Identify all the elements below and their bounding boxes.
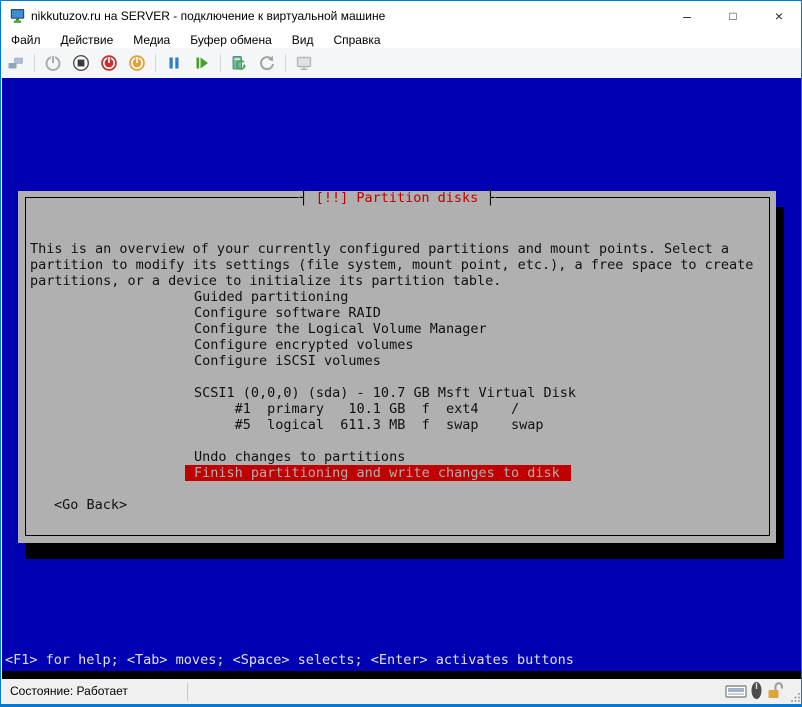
box-tee-left: ┤ [299,190,315,206]
revert-icon[interactable] [254,50,280,76]
menu-item-lvm[interactable]: Configure the Logical Volume Manager [194,321,487,337]
disk-device-row[interactable]: SCSI1 (0,0,0) (sda) - 10.7 GB Msft Virtu… [194,385,576,401]
menu-action[interactable]: Действие [51,32,124,48]
reset-icon[interactable] [189,50,215,76]
vm-state-label: Состояние: Работает [10,684,128,698]
statusbar-divider [187,682,188,701]
ctrl-alt-del-icon[interactable] [3,50,29,76]
menu-media[interactable]: Медиа [123,32,180,48]
vmconnect-app-icon [10,8,26,24]
mouse-status-icon [750,681,763,700]
keyboard-status-icon [725,682,747,700]
pause-icon[interactable] [161,50,187,76]
screen-bottom-filler [2,671,802,679]
partition-disks-dialog: ┤ [!!] Partition disks ├ This is an over… [18,191,776,543]
toolbar-separator [285,54,286,72]
go-back-button[interactable]: <Go Back> [54,497,127,513]
titlebar[interactable]: nikkutuzov.ru на SERVER - подключение к … [2,1,802,31]
menu-item-software-raid[interactable]: Configure software RAID [194,305,381,321]
dialog-title-text: [!!] Partition disks [316,190,479,206]
menu-view[interactable]: Вид [282,32,324,48]
checkpoint-icon[interactable] [226,50,252,76]
box-tee-right: ├ [478,190,494,206]
toolbar [2,48,802,78]
partition-row-5[interactable]: #5 logical 611.3 MB f swap swap [194,417,544,433]
selected-item-highlight[interactable]: Finish partitioning and write changes to… [185,465,571,481]
menu-item-finish-partitioning[interactable]: Finish partitioning and write changes to… [185,465,571,481]
menu-item-encrypted-volumes[interactable]: Configure encrypted volumes [194,337,413,353]
dialog-body-line: partitions, or a device to initialize it… [30,273,501,289]
dialog-body-line: partition to modify its settings (file s… [30,257,753,273]
window-title: nikkutuzov.ru на SERVER - подключение к … [31,9,385,23]
turn-off-icon[interactable] [68,50,94,76]
toolbar-separator [155,54,156,72]
maximize-button[interactable]: □ [710,1,756,31]
toolbar-separator [220,54,221,72]
close-button[interactable]: × [756,1,802,31]
menu-item-guided-partitioning[interactable]: Guided partitioning [194,289,348,305]
toolbar-separator [34,54,35,72]
vm-display[interactable]: ┤ [!!] Partition disks ├ This is an over… [2,78,802,679]
dialog-title: ┤ [!!] Partition disks ├ [298,191,495,207]
start-icon[interactable] [40,50,66,76]
resize-grip[interactable] [791,692,801,702]
menu-item-undo-changes[interactable]: Undo changes to partitions [194,449,405,465]
statusbar: Состояние: Работает [2,679,802,704]
minimize-button[interactable]: – [664,1,710,31]
menu-clipboard[interactable]: Буфер обмена [180,32,282,48]
enhanced-session-icon[interactable] [291,50,317,76]
installer-help-line: <F1> for help; <Tab> moves; <Space> sele… [5,652,574,668]
shut-down-icon[interactable] [96,50,122,76]
menu-help[interactable]: Справка [323,32,390,48]
unlocked-status-icon [766,681,784,700]
menu-file[interactable]: Файл [2,32,51,48]
menu-item-iscsi-volumes[interactable]: Configure iSCSI volumes [194,353,381,369]
partition-row-1[interactable]: #1 primary 10.1 GB f ext4 / [194,401,519,417]
menubar: Файл Действие Медиа Буфер обмена Вид Спр… [2,31,802,48]
dialog-body-line: This is an overview of your currently co… [30,241,729,257]
save-icon[interactable] [124,50,150,76]
vmconnect-window: nikkutuzov.ru на SERVER - подключение к … [0,0,802,707]
